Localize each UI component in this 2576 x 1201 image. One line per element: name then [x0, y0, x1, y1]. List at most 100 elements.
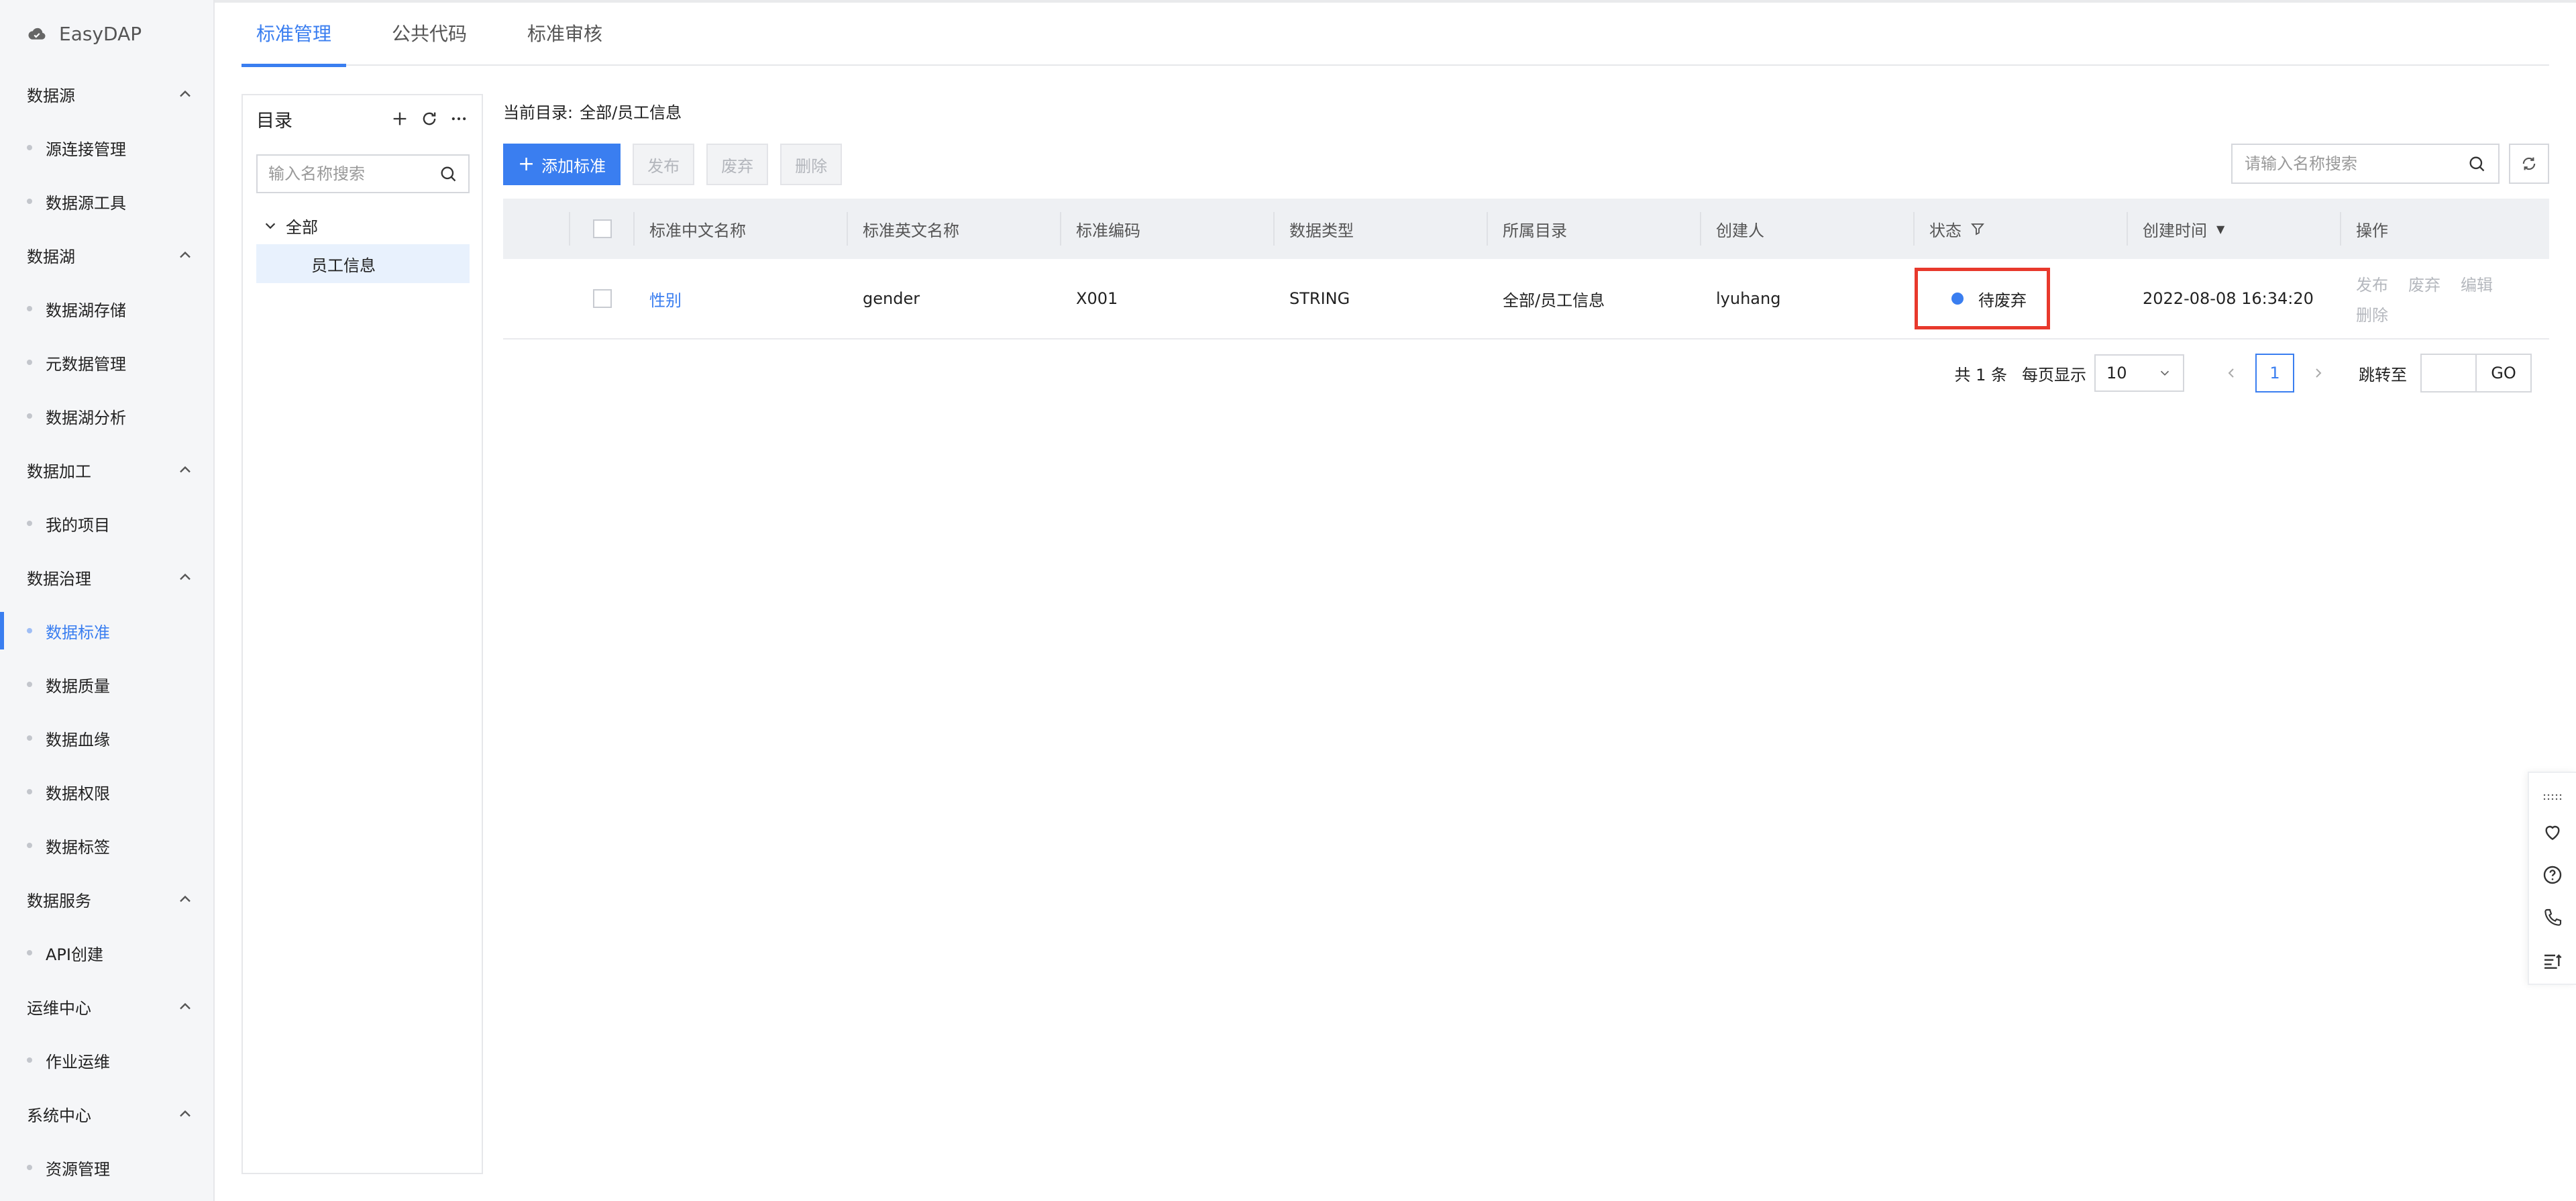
contact-button[interactable] — [2528, 896, 2576, 939]
sidebar-item-lake-storage[interactable]: 数据湖存储 — [0, 282, 213, 335]
chevron-up-icon — [180, 1110, 191, 1117]
sidebar-item-label: 数据标准 — [46, 623, 110, 642]
directory-search-input[interactable] — [268, 164, 429, 183]
phone-icon — [2544, 908, 2562, 926]
sidebar-item-data-lineage[interactable]: 数据血缘 — [0, 711, 213, 765]
row-checkbox[interactable] — [593, 289, 612, 308]
plus-icon[interactable] — [390, 109, 409, 128]
drag-handle[interactable] — [2528, 784, 2576, 811]
sidebar-item-data-permission[interactable]: 数据权限 — [0, 765, 213, 819]
bullet-icon — [27, 145, 32, 150]
sidebar-item-metadata[interactable]: 元数据管理 — [0, 335, 213, 389]
page-number-button[interactable]: 1 — [2255, 354, 2294, 393]
row-delete-link[interactable]: 删除 — [2356, 302, 2388, 325]
column-label: 数据类型 — [1289, 221, 1354, 240]
nav-group-title[interactable]: 数据治理 — [0, 550, 213, 604]
bullet-icon — [27, 199, 32, 204]
discard-button[interactable]: 废弃 — [706, 144, 769, 185]
nav-group-title[interactable]: 数据服务 — [0, 872, 213, 926]
sidebar-item-resource-mgmt[interactable]: 资源管理 — [0, 1141, 213, 1194]
cell-code: X001 — [1061, 259, 1275, 338]
tab-label: 标准管理 — [256, 23, 332, 45]
header-data-type: 数据类型 — [1275, 199, 1488, 259]
tab-public-code[interactable]: 公共代码 — [377, 0, 482, 66]
top-tabs: 标准管理 公共代码 标准审核 — [241, 0, 2549, 67]
pagination: 共 1 条 每页显示 10 1 跳转至 GO — [503, 340, 2549, 407]
sidebar-item-source-connection[interactable]: 源连接管理 — [0, 121, 213, 174]
standard-name-link[interactable]: 性别 — [649, 287, 682, 311]
cell-actions: 发布 废弃 编辑 删除 — [2341, 259, 2549, 338]
sidebar-item-data-quality[interactable]: 数据质量 — [0, 658, 213, 711]
bullet-icon — [27, 789, 32, 794]
publish-button[interactable]: 发布 — [633, 144, 695, 185]
nav-group-processing: 数据加工 我的项目 — [0, 443, 213, 550]
next-page-button[interactable] — [2305, 365, 2332, 381]
table-refresh-button[interactable] — [2509, 144, 2549, 184]
sidebar-item-label: 数据血缘 — [46, 730, 110, 749]
sidebar-item-lake-analysis[interactable]: 数据湖分析 — [0, 389, 213, 443]
refresh-icon — [2522, 157, 2536, 170]
tree-node-all[interactable]: 全部 — [243, 207, 482, 244]
go-button[interactable]: GO — [2475, 354, 2532, 393]
nav-group-title[interactable]: 数据湖 — [0, 228, 213, 282]
nav-group-title[interactable]: 数据源 — [0, 67, 213, 121]
column-label: 标准中文名称 — [649, 221, 746, 240]
bullet-icon — [27, 950, 32, 955]
list-sort-icon — [2544, 954, 2562, 969]
breadcrumb-label: 当前目录: — [503, 103, 574, 122]
search-icon[interactable] — [2467, 154, 2486, 173]
filter-icon[interactable] — [1970, 221, 1986, 237]
row-discard-link[interactable]: 废弃 — [2408, 272, 2440, 295]
refresh-icon[interactable] — [420, 109, 439, 128]
tab-standard-management[interactable]: 标准管理 — [241, 0, 347, 67]
select-all-checkbox[interactable] — [593, 219, 612, 238]
chevron-up-icon — [180, 466, 191, 473]
prev-page-button[interactable] — [2218, 365, 2245, 381]
favorite-button[interactable] — [2528, 811, 2576, 853]
jump-page-input[interactable] — [2420, 354, 2475, 393]
sidebar-item-data-standard[interactable]: 数据标准 — [0, 604, 213, 658]
sort-caret-icon[interactable]: ▼ — [2216, 223, 2224, 236]
table-row: 性别 gender X001 STRING 全部/员工信息 lyuhang 待废… — [503, 259, 2549, 340]
page-size-select[interactable]: 10 — [2094, 354, 2184, 392]
tab-standard-review[interactable]: 标准审核 — [513, 0, 617, 66]
grip-dots-icon — [2543, 794, 2562, 800]
chevron-up-icon — [180, 895, 191, 902]
add-standard-button[interactable]: + 添加标准 — [503, 144, 621, 185]
list-button[interactable] — [2528, 939, 2576, 982]
sidebar-item-source-tools[interactable]: 数据源工具 — [0, 174, 213, 228]
nav-group-label: 数据治理 — [27, 569, 91, 588]
nav-group-title[interactable]: 运维中心 — [0, 980, 213, 1033]
header-status: 状态 — [1915, 199, 2128, 259]
bullet-icon — [27, 682, 32, 687]
nav-group-datasource: 数据源 源连接管理 数据源工具 — [0, 67, 213, 228]
cell-status: 待废弃 — [1915, 259, 2128, 338]
tree-node-employee-info[interactable]: 员工信息 — [256, 244, 470, 283]
sidebar-item-api-create[interactable]: API创建 — [0, 926, 213, 980]
row-edit-link[interactable]: 编辑 — [2461, 272, 2493, 295]
bullet-icon — [27, 521, 32, 526]
button-label: 发布 — [647, 156, 680, 176]
sidebar-item-label: 源连接管理 — [46, 140, 126, 159]
sidebar-item-data-tags[interactable]: 数据标签 — [0, 819, 213, 872]
row-publish-link[interactable]: 发布 — [2356, 272, 2388, 295]
sidebar-item-job-ops[interactable]: 作业运维 — [0, 1033, 213, 1087]
cell-creator: lyuhang — [1701, 259, 1915, 338]
delete-button[interactable]: 删除 — [780, 144, 843, 185]
chevron-down-icon[interactable] — [263, 218, 278, 233]
help-button[interactable] — [2528, 853, 2576, 896]
nav-group-title[interactable]: 系统中心 — [0, 1087, 213, 1141]
table-search-input[interactable] — [2245, 154, 2459, 173]
sidebar-item-my-projects[interactable]: 我的项目 — [0, 497, 213, 550]
nav-group-label: 系统中心 — [27, 1106, 91, 1125]
sidebar-item-label: 作业运维 — [46, 1052, 110, 1072]
nav-group-title[interactable]: 数据加工 — [0, 443, 213, 497]
bullet-icon — [27, 1165, 32, 1170]
cell-text: 2022-08-08 16:34:20 — [2143, 289, 2314, 308]
status-text: 待废弃 — [1978, 291, 2027, 310]
more-icon[interactable] — [449, 109, 468, 128]
brand[interactable]: EasyDAP — [0, 0, 213, 67]
search-icon[interactable] — [439, 164, 458, 183]
header-en-name: 标准英文名称 — [848, 199, 1061, 259]
header-select-all — [570, 199, 635, 259]
